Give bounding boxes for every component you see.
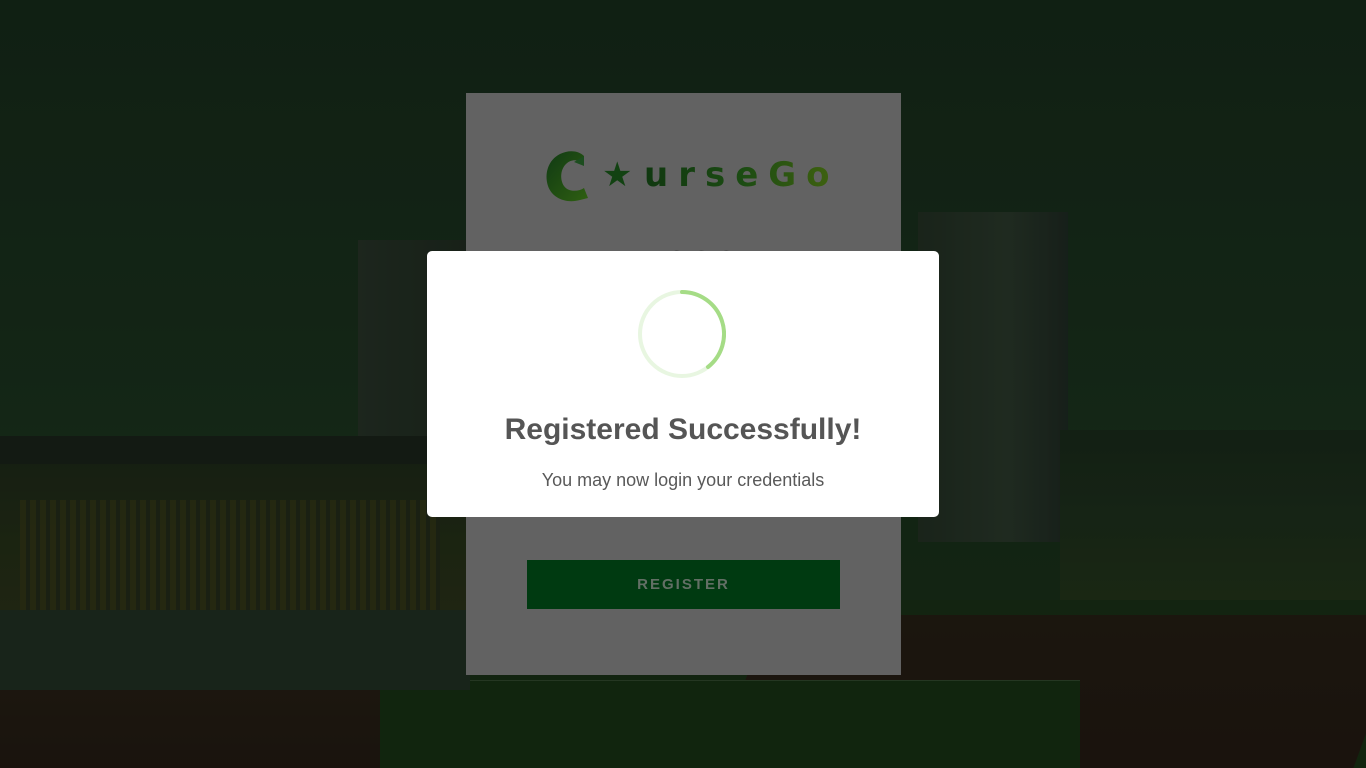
success-spinner-icon — [638, 290, 726, 378]
dialog-title: Registered Successfully! — [504, 413, 862, 446]
success-dialog: Registered Successfully! You may now log… — [427, 251, 939, 517]
dialog-message: You may now login your credentials — [541, 470, 825, 490]
